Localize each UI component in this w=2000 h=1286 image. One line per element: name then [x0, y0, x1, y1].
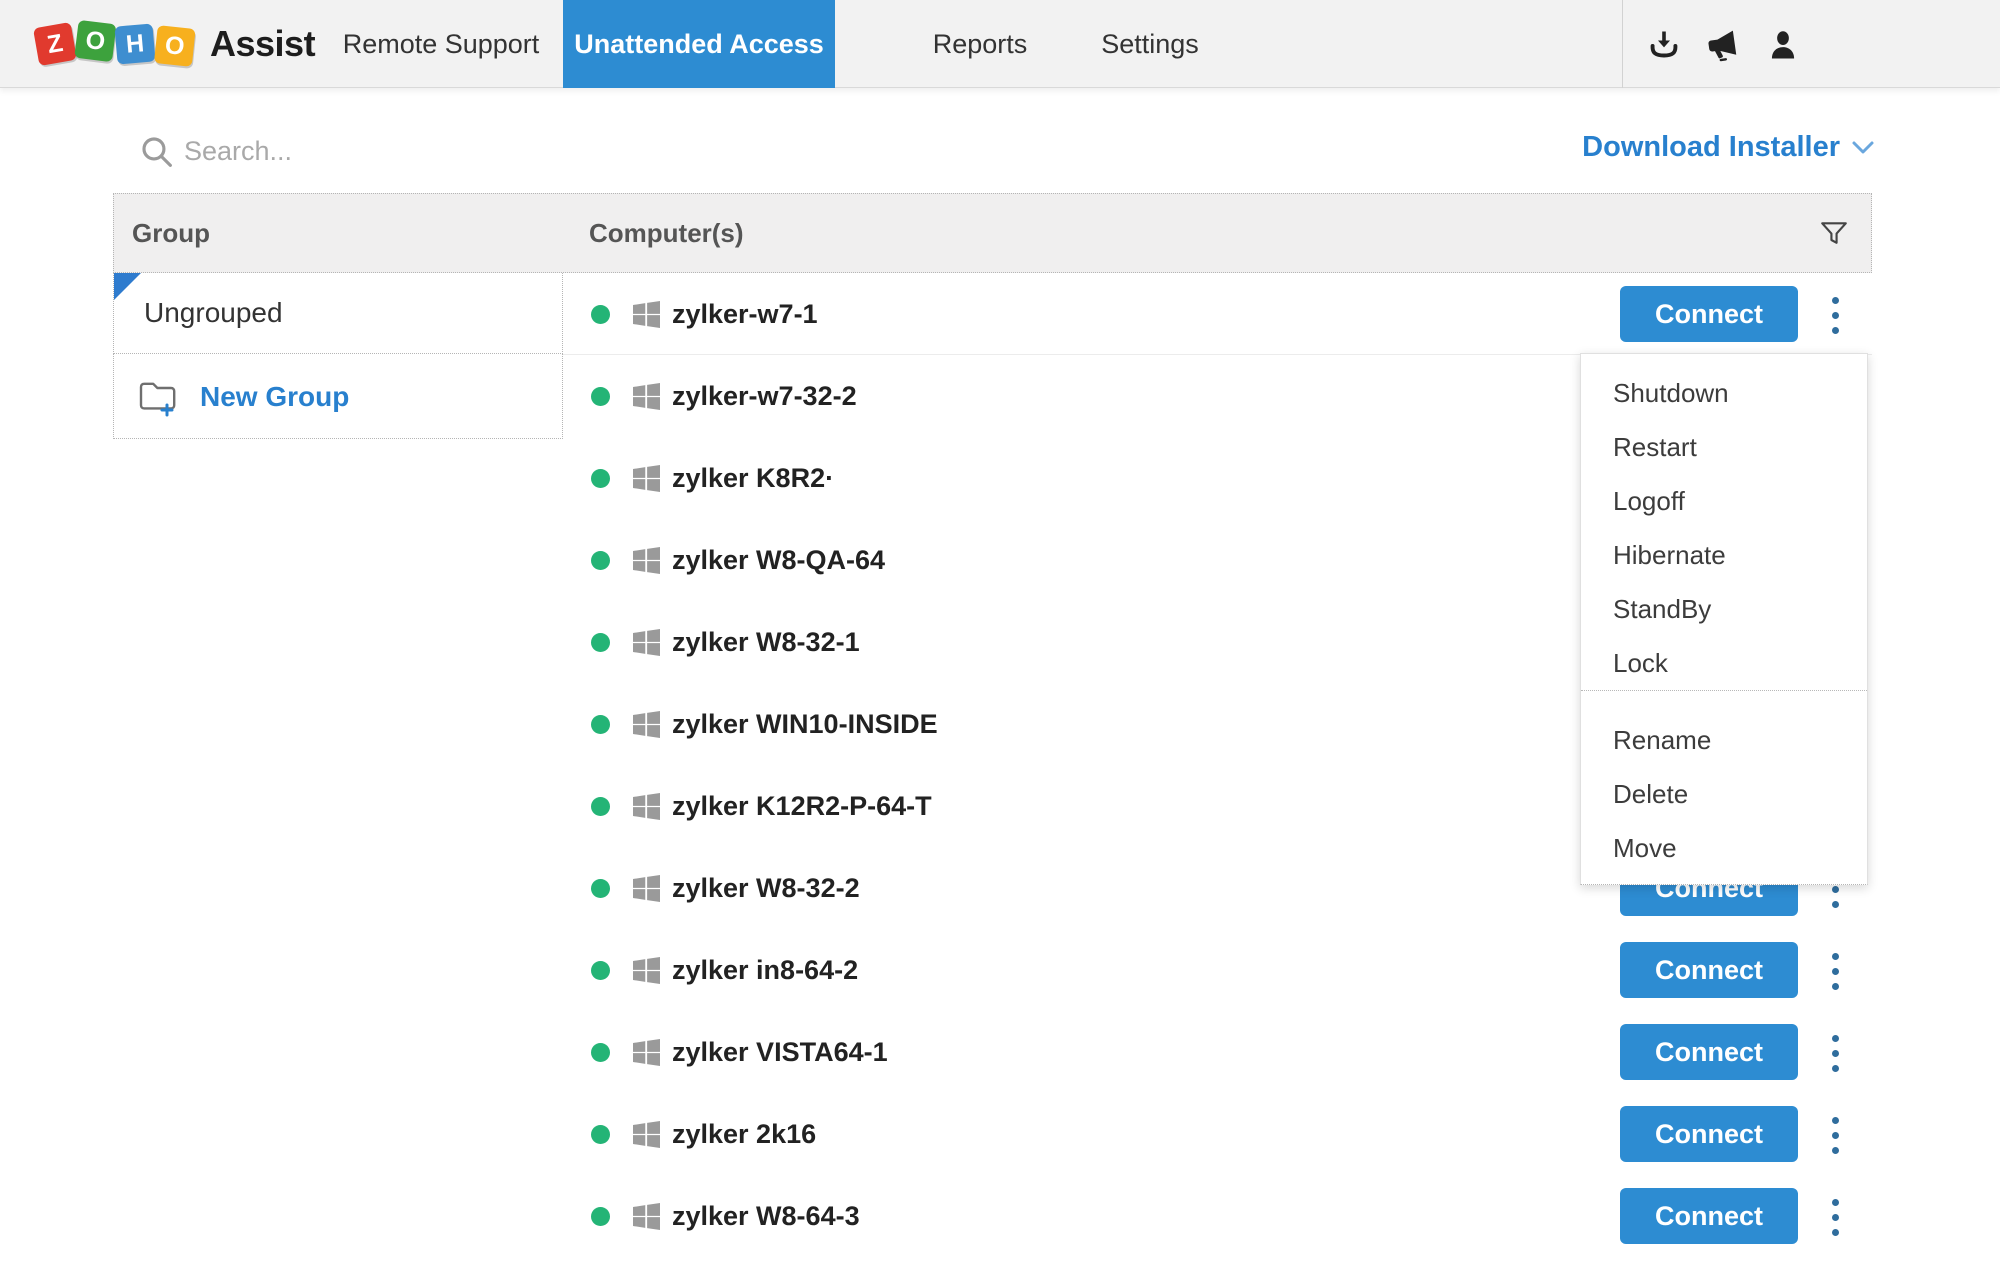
download-icon[interactable]: [1646, 27, 1682, 63]
connect-button[interactable]: Connect: [1620, 942, 1798, 998]
online-status-dot: [591, 551, 610, 570]
navbar-divider: [1622, 0, 1623, 88]
computer-name: zylker WIN10-INSIDE: [672, 683, 938, 765]
logo-tile-z: Z: [33, 22, 77, 66]
brand-name: Assist: [210, 23, 315, 65]
computer-name: zylker in8-64-2: [672, 929, 858, 1011]
menu-item-hibernate[interactable]: Hibernate: [1581, 528, 1867, 582]
nav-settings[interactable]: Settings: [1101, 0, 1199, 88]
download-installer-label: Download Installer: [1582, 131, 1840, 164]
computer-row[interactable]: zylker W8-64-3 Connect: [563, 1175, 1872, 1257]
nav-remote-support[interactable]: Remote Support: [343, 0, 540, 88]
power-actions-section: ShutdownRestartLogoffHibernateStandByLoc…: [1581, 366, 1867, 690]
online-status-dot: [591, 1207, 610, 1226]
online-status-dot: [591, 305, 610, 324]
filter-icon[interactable]: [1819, 219, 1849, 249]
kebab-menu-icon[interactable]: [1821, 292, 1849, 338]
connect-button[interactable]: Connect: [1620, 1024, 1798, 1080]
computer-name: zylker VISTA64-1: [672, 1011, 888, 1093]
windows-os-icon: [633, 383, 660, 410]
windows-os-icon: [633, 547, 660, 574]
user-icon[interactable]: [1765, 27, 1801, 63]
zoho-assist-app: Z O H O Assist Remote Support Unattended…: [0, 0, 2000, 1286]
online-status-dot: [591, 387, 610, 406]
menu-item-shutdown[interactable]: Shutdown: [1581, 366, 1867, 420]
menu-item-rename[interactable]: Rename: [1581, 713, 1867, 767]
computer-name: zylker W8-32-2: [672, 847, 860, 929]
computer-name: zylker K12R2-P-64-T: [672, 765, 932, 847]
computer-row[interactable]: zylker 2k16 Connect: [563, 1093, 1872, 1175]
computer-row[interactable]: zylker-w7-1 Connect: [563, 273, 1872, 355]
computer-name: zylker-w7-1: [672, 273, 818, 355]
online-status-dot: [591, 469, 610, 488]
logo-tile-o1: O: [74, 20, 116, 62]
kebab-menu-icon[interactable]: [1821, 1112, 1849, 1158]
logo-tile-o2: O: [154, 25, 196, 67]
connect-button[interactable]: Connect: [1620, 1188, 1798, 1244]
computer-name: zylker 2k16: [672, 1093, 816, 1175]
kebab-menu-icon[interactable]: [1821, 1030, 1849, 1076]
nav-reports[interactable]: Reports: [933, 0, 1028, 88]
windows-os-icon: [633, 1121, 660, 1148]
online-status-dot: [591, 1043, 610, 1062]
new-group-label: New Group: [200, 381, 349, 413]
table-header: Group Computer(s): [113, 193, 1872, 273]
kebab-menu-icon[interactable]: [1821, 1194, 1849, 1240]
windows-os-icon: [633, 629, 660, 656]
menu-item-standby[interactable]: StandBy: [1581, 582, 1867, 636]
top-navbar: Z O H O Assist Remote Support Unattended…: [0, 0, 2000, 88]
chevron-down-icon: [1851, 140, 1875, 156]
zoho-assist-logo[interactable]: Z O H O Assist: [36, 0, 315, 88]
windows-os-icon: [633, 1039, 660, 1066]
group-row-ungrouped[interactable]: Ungrouped: [113, 273, 563, 354]
menu-item-logoff[interactable]: Logoff: [1581, 474, 1867, 528]
menu-item-lock[interactable]: Lock: [1581, 636, 1867, 690]
manage-actions-section: RenameDeleteMove: [1581, 713, 1867, 875]
windows-os-icon: [633, 1203, 660, 1230]
logo-tile-h: H: [114, 23, 155, 64]
windows-os-icon: [633, 793, 660, 820]
online-status-dot: [591, 879, 610, 898]
computer-name: zylker W8-32-1: [672, 601, 860, 683]
tab-unattended-access[interactable]: Unattended Access: [563, 0, 835, 88]
search-input[interactable]: [184, 130, 604, 172]
computer-name: zylker W8-QA-64: [672, 519, 885, 601]
computer-name: zylker K8R2·: [672, 437, 834, 519]
online-status-dot: [591, 1125, 610, 1144]
menu-item-delete[interactable]: Delete: [1581, 767, 1867, 821]
connect-button[interactable]: Connect: [1620, 1106, 1798, 1162]
new-group-button[interactable]: New Group: [113, 354, 563, 439]
windows-os-icon: [633, 465, 660, 492]
windows-os-icon: [633, 711, 660, 738]
folder-plus-icon: [136, 376, 184, 418]
connect-button[interactable]: Connect: [1620, 286, 1798, 342]
menu-divider: [1581, 690, 1867, 691]
online-status-dot: [591, 715, 610, 734]
computer-name: zylker-w7-32-2: [672, 355, 857, 437]
computer-name: zylker W8-64-3: [672, 1175, 860, 1257]
group-column-header: Group: [132, 194, 210, 272]
menu-item-restart[interactable]: Restart: [1581, 420, 1867, 474]
menu-item-move[interactable]: Move: [1581, 821, 1867, 875]
row-context-menu: ShutdownRestartLogoffHibernateStandByLoc…: [1580, 353, 1868, 885]
announcement-icon[interactable]: [1704, 27, 1740, 63]
search-icon: [140, 135, 174, 169]
kebab-menu-icon[interactable]: [1821, 948, 1849, 994]
online-status-dot: [591, 797, 610, 816]
computer-row[interactable]: zylker VISTA64-1 Connect: [563, 1011, 1872, 1093]
windows-os-icon: [633, 875, 660, 902]
group-name: Ungrouped: [144, 273, 283, 352]
windows-os-icon: [633, 301, 660, 328]
online-status-dot: [591, 961, 610, 980]
selected-group-indicator: [114, 273, 141, 300]
download-installer-button[interactable]: Download Installer: [1582, 131, 1875, 164]
computers-column-header: Computer(s): [589, 194, 744, 272]
online-status-dot: [591, 633, 610, 652]
computer-row[interactable]: zylker in8-64-2 Connect: [563, 929, 1872, 1011]
windows-os-icon: [633, 957, 660, 984]
